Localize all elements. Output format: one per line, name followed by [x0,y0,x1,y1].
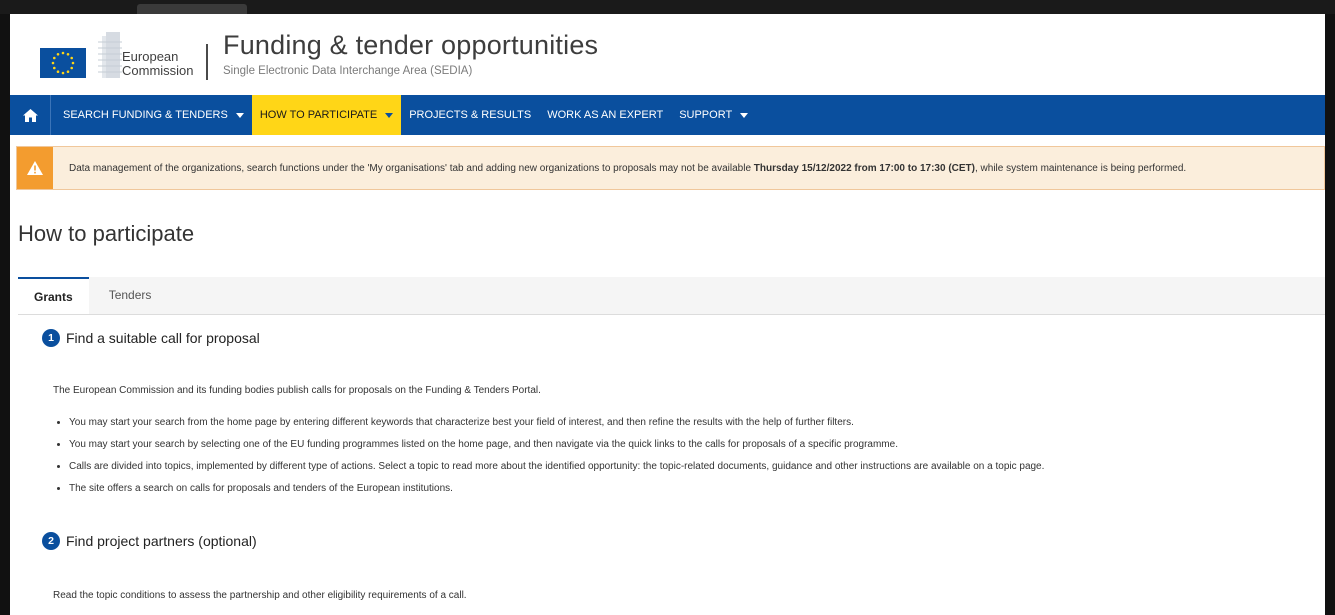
step-1-bullets: You may start your search from the home … [53,411,1044,499]
nav-label: SUPPORT [679,109,733,121]
site-header: European Commission Funding & tender opp… [10,14,1325,94]
maintenance-alert: Data management of the organizations, se… [16,146,1325,190]
page-frame: European Commission Funding & tender opp… [10,14,1325,615]
header-separator [206,44,208,80]
list-item: You may start your search by selecting o… [69,433,1044,455]
nav-projects-results[interactable]: PROJECTS & RESULTS [401,95,539,135]
page-title: How to participate [18,221,195,246]
nav-how-to-participate[interactable]: HOW TO PARTICIPATE [251,95,402,135]
step-number-badge: 1 [42,329,60,347]
step-1-heading: 1 Find a suitable call for proposal [42,329,260,347]
step-1-intro: The European Commission and its funding … [53,385,541,396]
nav-work-as-expert[interactable]: WORK AS AN EXPERT [539,95,671,135]
home-icon [22,108,38,122]
european-commission-logo[interactable] [38,30,124,80]
alert-message: Data management of the organizations, se… [53,163,1186,174]
step-2-heading: 2 Find project partners (optional) [42,532,257,550]
chevron-down-icon [235,112,244,118]
chevron-down-icon [740,112,749,118]
step-number-badge: 2 [42,532,60,550]
nav-label: WORK AS AN EXPERT [547,109,664,121]
nav-label: SEARCH FUNDING & TENDERS [63,109,228,121]
site-subtitle: Single Electronic Data Interchange Area … [223,65,473,77]
alert-text-start: Data management of the organizations, se… [69,162,754,174]
main-navigation: SEARCH FUNDING & TENDERS HOW TO PARTICIP… [10,95,1325,135]
list-item: The site offers a search on calls for pr… [69,477,1044,499]
alert-text-end: , while system maintenance is being perf… [975,162,1187,174]
nav-search-funding-tenders[interactable]: SEARCH FUNDING & TENDERS [51,95,252,135]
step-title: Find project partners (optional) [66,533,257,549]
tab-tenders[interactable]: Tenders [89,277,172,313]
browser-chrome [0,0,1335,14]
list-item: You may start your search from the home … [69,411,1044,433]
site-title[interactable]: Funding & tender opportunities [223,30,598,61]
participation-tabs: Grants Tenders 1 Find a suitable call fo… [18,277,1325,615]
tab-bar: Grants Tenders [18,277,1325,315]
step-title: Find a suitable call for proposal [66,330,260,346]
org-name-line1: European [122,49,179,64]
organization-name: European Commission [122,50,194,78]
nav-label: HOW TO PARTICIPATE [259,109,378,121]
nav-support[interactable]: SUPPORT [671,95,756,135]
alert-text-date: Thursday 15/12/2022 from 17:00 to 17:30 … [753,162,975,174]
warning-icon [27,161,43,175]
tab-grants[interactable]: Grants [18,277,89,314]
list-item: Calls are divided into topics, implement… [69,455,1044,477]
chevron-down-icon [385,112,394,118]
org-name-line2: Commission [122,63,194,78]
alert-icon-box [17,147,53,189]
nav-label: PROJECTS & RESULTS [409,109,532,121]
step-2-intro: Read the topic conditions to assess the … [53,590,467,601]
browser-tab[interactable] [137,4,247,14]
home-button[interactable] [10,95,51,135]
